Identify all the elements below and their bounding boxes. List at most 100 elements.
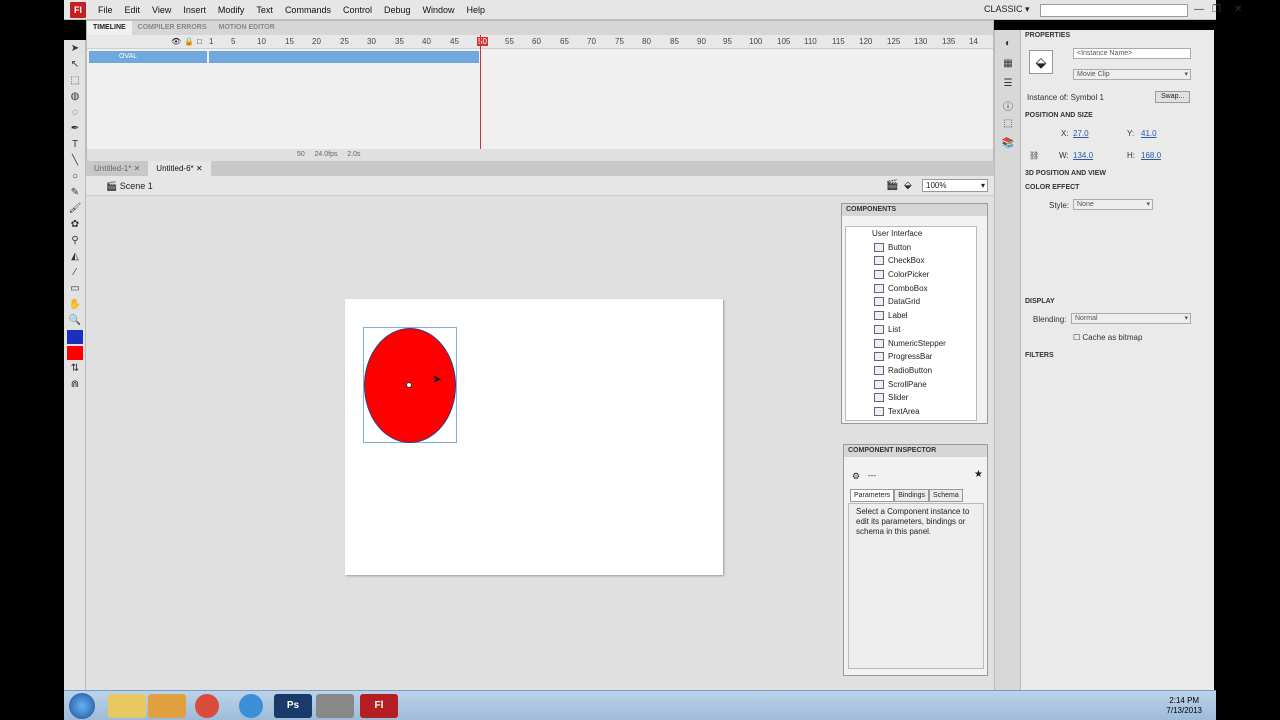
tab-bindings[interactable]: Bindings — [894, 489, 930, 502]
section-display[interactable]: DISPLAY — [1025, 298, 1055, 305]
pencil-icon[interactable]: ✎ — [67, 186, 83, 200]
text-tool-icon[interactable]: T — [67, 138, 83, 152]
minimize-icon[interactable]: — — [1194, 4, 1204, 15]
layer-row[interactable]: OVAL — [89, 51, 207, 63]
pin-icon[interactable]: ★ — [974, 469, 983, 480]
swatches-icon[interactable]: ▦ — [1001, 58, 1015, 70]
align-icon[interactable]: ☰ — [1001, 78, 1015, 90]
subselection-tool-icon[interactable]: ↖ — [67, 58, 83, 72]
symbol-type-select[interactable]: Movie Clip ▾ — [1073, 69, 1191, 80]
menu-insert[interactable]: Insert — [177, 5, 212, 15]
stroke-color-icon[interactable] — [67, 330, 83, 344]
menu-edit[interactable]: Edit — [119, 5, 147, 15]
menu-view[interactable]: View — [146, 5, 177, 15]
y-value[interactable]: 41.0 — [1141, 129, 1157, 138]
menu-commands[interactable]: Commands — [279, 5, 337, 15]
list-item[interactable]: ScrollPane — [846, 378, 976, 392]
list-item[interactable]: Slider — [846, 391, 976, 405]
section-position-size[interactable]: POSITION AND SIZE — [1025, 112, 1093, 119]
free-transform-icon[interactable]: ⬚ — [67, 74, 83, 88]
playhead[interactable] — [480, 35, 481, 149]
section-3d-position[interactable]: 3D POSITION AND VIEW — [1025, 170, 1106, 177]
explorer-icon[interactable] — [108, 694, 146, 718]
menu-modify[interactable]: Modify — [212, 5, 251, 15]
menu-debug[interactable]: Debug — [378, 5, 417, 15]
list-item[interactable]: List — [846, 323, 976, 337]
scene-breadcrumb[interactable]: 🎬 Scene 1 — [106, 181, 153, 192]
frame-span[interactable] — [209, 51, 479, 63]
list-item[interactable]: CheckBox — [846, 254, 976, 268]
ie-icon[interactable] — [239, 694, 263, 718]
cache-bitmap-checkbox[interactable]: ☐ Cache as bitmap — [1073, 333, 1142, 342]
list-item[interactable]: ColorPicker — [846, 268, 976, 282]
window-icon[interactable] — [316, 694, 354, 718]
close-icon[interactable]: ✕ — [196, 164, 203, 173]
lasso-icon[interactable]: ◌ — [67, 106, 83, 120]
height-value[interactable]: 168.0 — [1141, 151, 1161, 160]
3d-rotation-icon[interactable]: ◍ — [67, 90, 83, 104]
list-item[interactable]: Button — [846, 241, 976, 255]
zoom-icon[interactable]: 🔍 — [67, 314, 83, 328]
paint-bucket-icon[interactable]: ◭ — [67, 250, 83, 264]
lock-proportions-icon[interactable]: ⛓ — [1029, 151, 1039, 160]
start-button[interactable] — [69, 693, 95, 719]
close-icon[interactable]: ✕ — [1234, 4, 1242, 15]
library-icon[interactable]: 📚 — [1001, 138, 1015, 150]
deco-icon[interactable]: ✿ — [67, 218, 83, 232]
maximize-icon[interactable]: ❐ — [1212, 4, 1221, 15]
list-item[interactable]: ProgressBar — [846, 350, 976, 364]
menu-control[interactable]: Control — [337, 5, 378, 15]
chrome-icon[interactable] — [195, 694, 219, 718]
brush-icon[interactable]: 🖌 — [67, 202, 83, 216]
tab-parameters[interactable]: Parameters — [850, 489, 895, 502]
snap-icon[interactable]: ⋒ — [67, 378, 83, 392]
tab-timeline[interactable]: TIMELINE — [87, 21, 132, 35]
menu-window[interactable]: Window — [417, 5, 461, 15]
menu-file[interactable]: File — [92, 5, 119, 15]
doc-tab-active[interactable]: Untitled-6* ✕ — [148, 161, 211, 176]
system-clock[interactable]: 2:14 PM 7/13/2013 — [1166, 696, 1202, 716]
width-value[interactable]: 134.0 — [1073, 151, 1093, 160]
tab-schema[interactable]: Schema — [929, 489, 963, 502]
menu-help[interactable]: Help — [461, 5, 492, 15]
zoom-select[interactable]: 100% ▾ — [922, 179, 988, 192]
selection-tool-icon[interactable]: ➤ — [67, 42, 83, 56]
flash-icon[interactable]: Fl — [360, 694, 398, 718]
eyedropper-icon[interactable]: ⁄ — [67, 266, 83, 280]
style-select[interactable]: None ▾ — [1073, 199, 1153, 210]
eraser-icon[interactable]: ▭ — [67, 282, 83, 296]
media-player-icon[interactable] — [148, 694, 186, 718]
photoshop-icon[interactable]: Ps — [274, 694, 312, 718]
edit-symbol-icon[interactable]: ⬙ — [904, 180, 912, 191]
help-search-input[interactable] — [1040, 4, 1188, 17]
list-item[interactable]: RadioButton — [846, 364, 976, 378]
color-panel-icon[interactable]: ◐ — [1001, 38, 1015, 50]
section-color-effect[interactable]: COLOR EFFECT — [1025, 184, 1079, 191]
blending-select[interactable]: Normal ▾ — [1071, 313, 1191, 324]
edit-scene-icon[interactable]: 🎬 — [886, 180, 898, 191]
x-value[interactable]: 27.0 — [1073, 129, 1089, 138]
doc-tab[interactable]: Untitled-1* ✕ — [86, 161, 148, 176]
eye-icon[interactable]: 👁 — [171, 37, 181, 46]
list-item[interactable]: ComboBox — [846, 282, 976, 296]
line-tool-icon[interactable]: ╲ — [67, 154, 83, 168]
transform-icon[interactable]: ⬚ — [1001, 118, 1015, 130]
tab-compiler-errors[interactable]: COMPILER ERRORS — [132, 21, 213, 35]
swap-button[interactable]: Swap... — [1155, 91, 1191, 103]
list-item[interactable]: Label — [846, 309, 976, 323]
outline-icon[interactable]: □ — [197, 37, 202, 46]
pen-icon[interactable]: ✒ — [67, 122, 83, 136]
instance-name-input[interactable]: <Instance Name> — [1073, 48, 1191, 59]
oval-tool-icon[interactable]: ○ — [67, 170, 83, 184]
bone-icon[interactable]: ⚲ — [67, 234, 83, 248]
info-icon[interactable]: ⓘ — [1001, 98, 1015, 113]
list-item[interactable]: DataGrid — [846, 295, 976, 309]
list-item[interactable]: TextArea — [846, 405, 976, 419]
close-icon[interactable]: ✕ — [134, 164, 141, 173]
tree-folder[interactable]: User Interface — [846, 227, 976, 241]
list-item[interactable]: NumericStepper — [846, 337, 976, 351]
workspace-switcher[interactable]: CLASSIC ▾ — [984, 4, 1030, 15]
tab-motion-editor[interactable]: MOTION EDITOR — [213, 21, 281, 35]
fill-color-icon[interactable] — [67, 346, 83, 360]
swap-colors-icon[interactable]: ⇅ — [67, 362, 83, 376]
